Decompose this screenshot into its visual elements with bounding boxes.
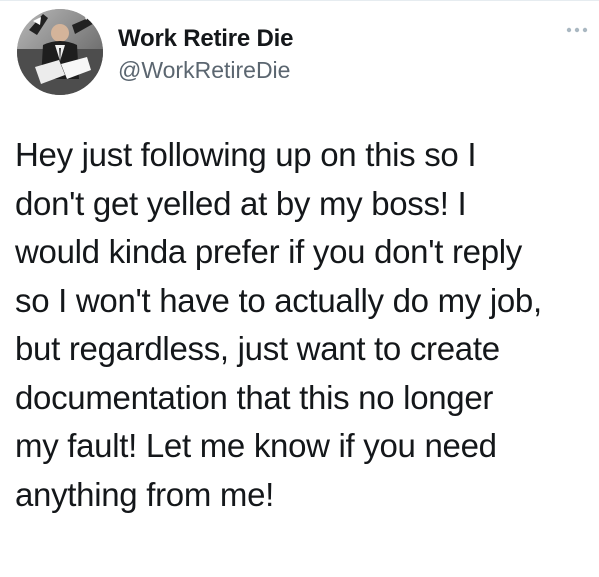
tweet-card: Work Retire Die @WorkRetireDie Hey just …: [0, 0, 599, 577]
author-handle[interactable]: @WorkRetireDie: [118, 56, 293, 84]
more-options-dots-icon: [566, 27, 588, 33]
tweet-header: Work Retire Die @WorkRetireDie: [17, 9, 591, 101]
more-options-icon[interactable]: [563, 23, 591, 37]
man-in-suit-throwing-papers-avatar-icon: [17, 9, 103, 95]
author-info[interactable]: Work Retire Die @WorkRetireDie: [118, 25, 293, 84]
tweet-text: Hey just following up on this so I don't…: [15, 136, 542, 513]
avatar[interactable]: [17, 9, 103, 95]
author-display-name[interactable]: Work Retire Die: [118, 25, 293, 53]
